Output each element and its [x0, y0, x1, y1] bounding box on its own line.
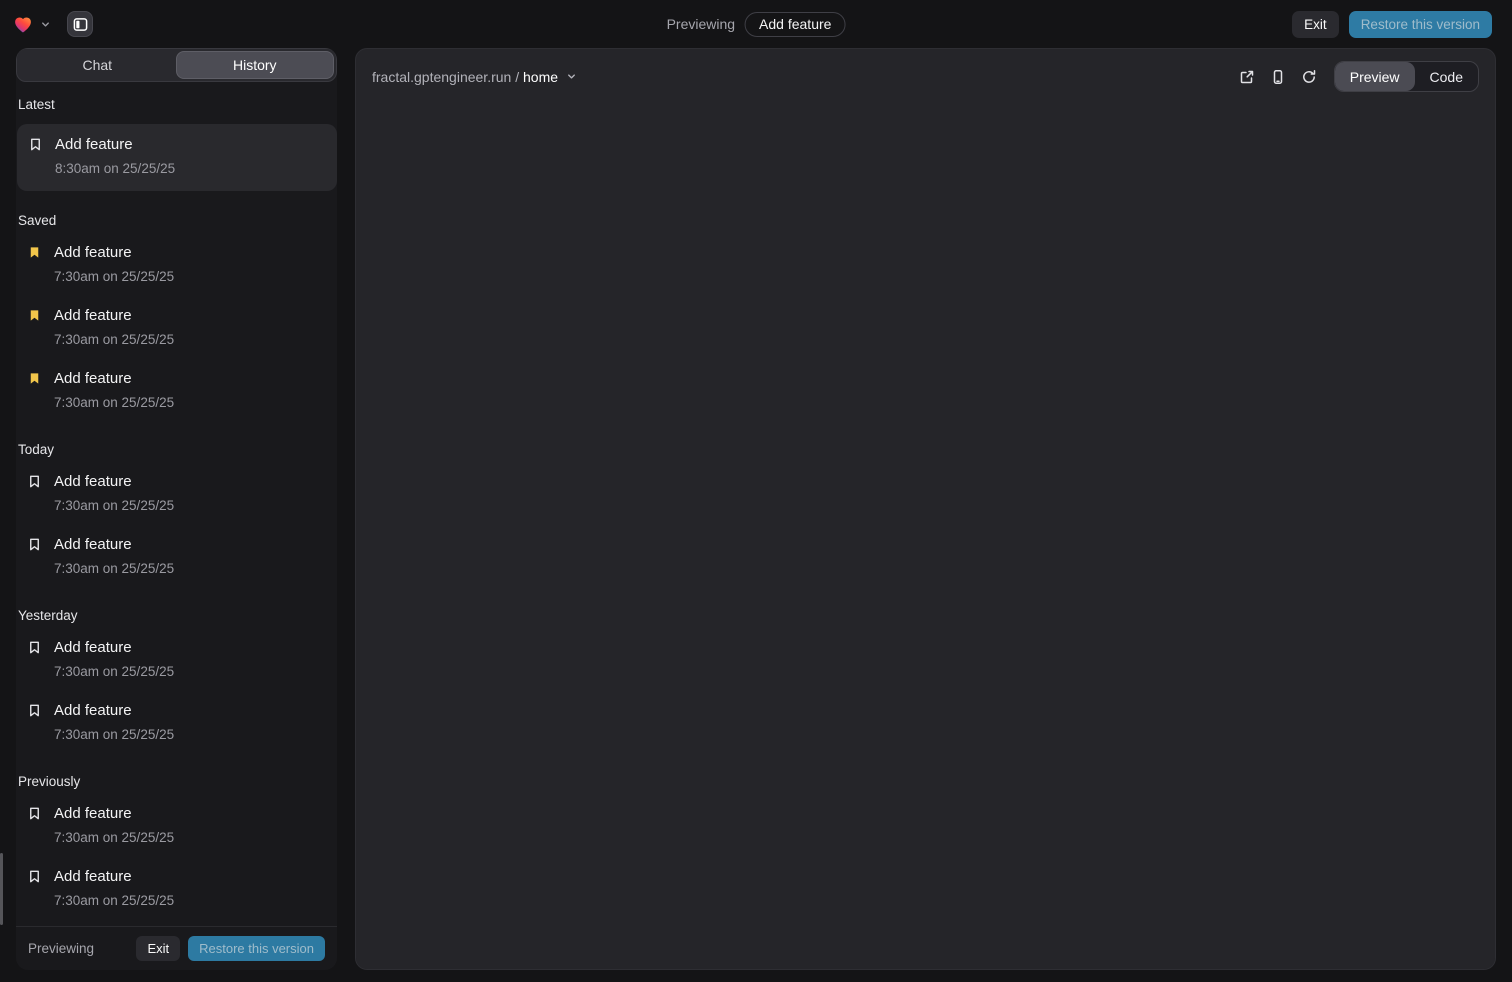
external-link-icon[interactable]: [1239, 69, 1255, 85]
section-label-latest: Latest: [18, 97, 337, 112]
sidebar-tab-switcher: Chat History: [16, 48, 337, 82]
version-timestamp: 7:30am on 25/25/25: [54, 725, 174, 744]
version-title: Add feature: [54, 305, 174, 327]
version-timestamp: 7:30am on 25/25/25: [54, 559, 174, 578]
previewing-status-label: Previewing: [28, 941, 94, 956]
version-timestamp: 7:30am on 25/25/25: [54, 891, 174, 910]
history-sidebar: Chat History Latest Add feature 8:30am o…: [16, 48, 337, 970]
version-timestamp: 7:30am on 25/25/25: [54, 828, 174, 847]
list-item[interactable]: Add feature 7:30am on 25/25/25: [17, 463, 337, 523]
section-label-yesterday: Yesterday: [18, 608, 337, 623]
version-timestamp: 7:30am on 25/25/25: [54, 496, 174, 515]
list-item[interactable]: Add feature 7:30am on 25/25/25: [17, 795, 337, 855]
section-label-today: Today: [18, 442, 337, 457]
tab-history[interactable]: History: [176, 51, 335, 79]
top-bar-right: Exit Restore this version: [1292, 11, 1492, 38]
tab-chat[interactable]: Chat: [19, 51, 176, 79]
list-item[interactable]: Add feature 7:30am on 25/25/25: [17, 360, 337, 420]
url-page: home: [523, 69, 558, 85]
preview-viewport[interactable]: [356, 102, 1495, 969]
version-timestamp: 7:30am on 25/25/25: [54, 662, 174, 681]
mobile-device-icon[interactable]: [1270, 69, 1286, 85]
bookmark-outline-icon[interactable]: [27, 866, 43, 910]
refresh-icon[interactable]: [1301, 69, 1317, 85]
version-timestamp: 7:30am on 25/25/25: [54, 393, 174, 412]
bookmark-outline-icon[interactable]: [27, 471, 43, 515]
bookmark-outline-icon[interactable]: [27, 803, 43, 847]
main-layout: Chat History Latest Add feature 8:30am o…: [0, 48, 1512, 982]
bookmark-outline-icon[interactable]: [27, 637, 43, 681]
list-item[interactable]: Add feature 7:30am on 25/25/25: [17, 234, 337, 294]
url-host: fractal.gptengineer.run /: [372, 69, 519, 85]
tab-code[interactable]: Code: [1415, 62, 1478, 91]
list-item[interactable]: Add feature 7:30am on 25/25/25: [17, 526, 337, 586]
bookmark-filled-icon[interactable]: [27, 305, 43, 349]
tab-preview[interactable]: Preview: [1335, 62, 1415, 91]
version-title: Add feature: [54, 803, 174, 825]
exit-button[interactable]: Exit: [136, 936, 180, 961]
preview-header-icons: [1239, 69, 1317, 85]
bookmark-outline-icon[interactable]: [27, 700, 43, 744]
top-bar: Previewing Add feature Exit Restore this…: [0, 0, 1512, 48]
version-title: Add feature: [54, 471, 174, 493]
version-timestamp: 8:30am on 25/25/25: [55, 159, 175, 178]
bookmark-filled-icon[interactable]: [27, 242, 43, 286]
version-name-pill[interactable]: Add feature: [745, 12, 845, 37]
version-title: Add feature: [55, 134, 175, 156]
list-item[interactable]: Add feature 7:30am on 25/25/25: [17, 692, 337, 752]
version-timestamp: 7:30am on 25/25/25: [54, 267, 174, 286]
list-item[interactable]: Add feature 7:30am on 25/25/25: [17, 629, 337, 689]
section-label-previously: Previously: [18, 774, 337, 789]
preview-url-selector[interactable]: fractal.gptengineer.run / home: [372, 69, 577, 85]
version-title: Add feature: [54, 534, 174, 556]
chevron-down-icon: [566, 71, 577, 82]
scrollbar-thumb[interactable]: [0, 853, 3, 925]
list-item[interactable]: Add feature 7:30am on 25/25/25: [17, 297, 337, 357]
version-title: Add feature: [54, 866, 174, 888]
version-title: Add feature: [54, 242, 174, 264]
sidebar-footer: Previewing Exit Restore this version: [16, 926, 337, 970]
sidebar-toggle-button[interactable]: [67, 11, 93, 37]
bookmark-outline-icon[interactable]: [28, 134, 44, 178]
version-history-list: Latest Add feature 8:30am on 25/25/25 Sa…: [16, 82, 337, 926]
section-label-saved: Saved: [18, 213, 337, 228]
list-item[interactable]: Add feature 7:30am on 25/25/25: [17, 858, 337, 918]
restore-version-button[interactable]: Restore this version: [188, 936, 325, 961]
bookmark-filled-icon[interactable]: [27, 368, 43, 412]
view-mode-toggle: Preview Code: [1334, 61, 1479, 92]
preview-header: fractal.gptengineer.run / home: [356, 49, 1495, 102]
version-title: Add feature: [54, 700, 174, 722]
exit-button[interactable]: Exit: [1292, 11, 1339, 38]
version-title: Add feature: [54, 368, 174, 390]
previewing-status-label: Previewing: [667, 16, 735, 32]
version-title: Add feature: [54, 637, 174, 659]
version-timestamp: 7:30am on 25/25/25: [54, 330, 174, 349]
top-bar-center: Previewing Add feature: [667, 0, 846, 48]
list-item[interactable]: Add feature 8:30am on 25/25/25: [17, 124, 337, 191]
bookmark-outline-icon[interactable]: [27, 534, 43, 578]
lovable-heart-icon[interactable]: [12, 13, 34, 35]
preview-panel: fractal.gptengineer.run / home: [355, 48, 1496, 970]
restore-version-button[interactable]: Restore this version: [1349, 11, 1492, 38]
top-bar-left: [12, 11, 93, 37]
chevron-down-icon[interactable]: [40, 19, 51, 30]
